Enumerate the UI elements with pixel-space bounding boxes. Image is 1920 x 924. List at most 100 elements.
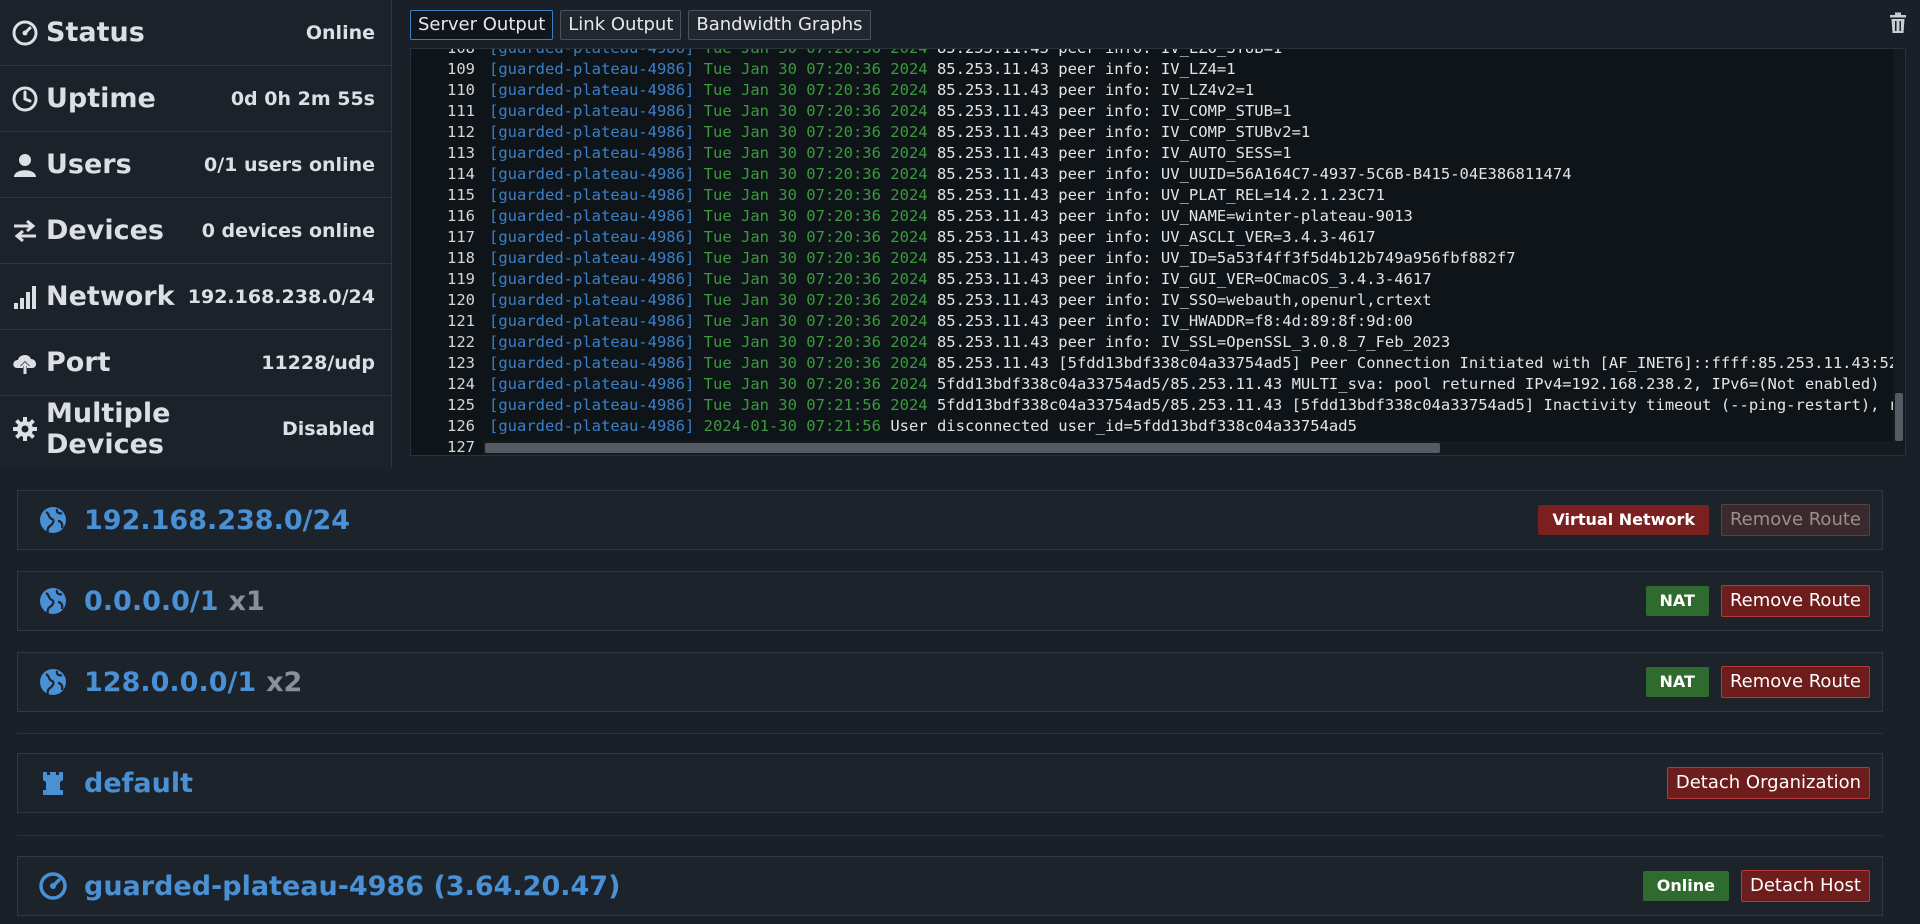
log-time: Tue Jan 30 07:20:36 2024 [703,144,928,162]
line-number: 125 [447,396,475,414]
host-name[interactable]: guarded-plateau-4986 (3.64.20.47) [84,871,620,902]
route-row: 128.0.0.0/1 x2 NAT Remove Route [17,652,1883,712]
stat-label: Uptime [46,83,156,114]
organization-name[interactable]: default [84,768,193,799]
log-host: [guarded-plateau-4986] [489,186,695,204]
route-network[interactable]: 128.0.0.0/1 x2 [84,667,302,698]
stat-row-users: Users 0/1 users online [0,132,391,198]
route-row: 192.168.238.0/24 Virtual Network Remove … [17,490,1883,550]
log-time: Tue Jan 30 07:20:36 2024 [703,312,928,330]
log-message: 85.253.11.43 peer info: IV_HWADDR=f8:4d:… [936,312,1413,330]
route-network[interactable]: 192.168.238.0/24 [84,505,360,536]
user-icon [12,152,38,178]
line-number: 120 [447,291,475,309]
log-message: 85.253.11.43 peer info: IV_LZO_STUB=1 [936,48,1283,57]
log-line: 120 [guarded-plateau-4986] Tue Jan 30 07:… [411,290,1898,311]
line-number: 124 [447,375,475,393]
cloud-upload-icon [12,350,38,376]
tab-bandwidth-graphs[interactable]: Bandwidth Graphs [688,10,871,40]
log-message: 85.253.11.43 peer info: IV_SSL=OpenSSL_3… [936,333,1451,351]
log-message: 85.253.11.43 peer info: UV_PLAT_REL=14.2… [936,186,1385,204]
server-log[interactable]: 108 [guarded-plateau-4986] Tue Jan 30 07:… [410,48,1906,456]
log-time: Tue Jan 30 07:20:36 2024 [703,186,928,204]
trash-icon[interactable] [1888,12,1908,34]
log-time: Tue Jan 30 07:20:36 2024 [703,207,928,225]
log-host: [guarded-plateau-4986] [489,333,695,351]
log-message: 85.253.11.43 peer info: IV_SSO=webauth,o… [936,291,1432,309]
log-time: Tue Jan 30 07:20:36 2024 [703,102,928,120]
signal-icon [12,284,38,310]
tab-server-output[interactable]: Server Output [410,10,554,40]
output-panel: Server Output Link Output Bandwidth Grap… [392,0,1920,468]
castle-icon [38,768,68,798]
line-number: 109 [447,60,475,78]
log-time: Tue Jan 30 07:20:36 2024 [703,291,928,309]
log-message: 85.253.11.43 peer info: IV_LZ4=1 [936,60,1236,78]
organization-row: default Detach Organization [17,753,1883,813]
line-number: 127 [447,438,475,456]
line-number: 117 [447,228,475,246]
route-network[interactable]: 0.0.0.0/1 x1 [84,586,265,617]
log-host: [guarded-plateau-4986] [489,102,695,120]
log-time: Tue Jan 30 07:20:36 2024 [703,270,928,288]
stat-value: 0 devices online [201,219,375,242]
line-number: 123 [447,354,475,372]
log-time: Tue Jan 30 07:20:36 2024 [703,81,928,99]
log-host: [guarded-plateau-4986] [489,291,695,309]
virtual-network-badge: Virtual Network [1538,505,1709,535]
line-number: 122 [447,333,475,351]
log-time: Tue Jan 30 07:20:36 2024 [703,375,928,393]
stat-row-multiple-devices: Multiple Devices Disabled [0,396,391,462]
log-line: 121 [guarded-plateau-4986] Tue Jan 30 07:… [411,311,1898,332]
log-line: 108 [guarded-plateau-4986] Tue Jan 30 07:… [411,48,1898,59]
line-number: 108 [447,48,475,57]
log-message: User disconnected user_id=5fdd13bdf338c0… [890,417,1357,435]
log-line: 111 [guarded-plateau-4986] Tue Jan 30 07:… [411,101,1898,122]
stat-value: Online [305,21,375,44]
log-message: 5fdd13bdf338c04a33754ad5/85.253.11.43 [5… [936,396,1899,414]
stat-value: 0/1 users online [203,153,375,176]
detach-organization-button[interactable]: Detach Organization [1666,767,1870,799]
output-tabs: Server Output Link Output Bandwidth Grap… [410,10,871,40]
divider [17,835,1883,836]
stat-value: Disabled [281,418,375,440]
log-time: 2024-01-30 07:21:56 [703,417,881,435]
log-time: Tue Jan 30 07:20:36 2024 [703,60,928,78]
line-number: 118 [447,249,475,267]
status-panel: Status Online Uptime 0d 0h 2m 55s Users … [0,0,392,468]
log-line: 126 [guarded-plateau-4986] 2024-01-30 07:… [411,416,1898,437]
log-line: 119 [guarded-plateau-4986] Tue Jan 30 07:… [411,269,1898,290]
stat-row-status: Status Online [0,0,391,66]
log-time: Tue Jan 30 07:20:36 2024 [703,228,928,246]
divider [17,733,1883,734]
log-host: [guarded-plateau-4986] [489,249,695,267]
line-number: 115 [447,186,475,204]
log-host: [guarded-plateau-4986] [489,396,695,414]
host-row: guarded-plateau-4986 (3.64.20.47) Online… [17,856,1883,916]
log-message: 85.253.11.43 peer info: IV_GUI_VER=OCmac… [936,270,1432,288]
log-host: [guarded-plateau-4986] [489,48,695,57]
globe-icon [38,505,68,535]
log-host: [guarded-plateau-4986] [489,312,695,330]
gauge-icon [12,20,38,46]
remove-route-button[interactable]: Remove Route [1720,504,1870,536]
detach-host-button[interactable]: Detach Host [1740,870,1870,902]
log-message: 85.253.11.43 peer info: IV_AUTO_SESS=1 [936,144,1292,162]
log-host: [guarded-plateau-4986] [489,270,695,288]
nat-badge: NAT [1645,586,1709,616]
scroll-thumb[interactable] [1895,393,1903,441]
scroll-thumb[interactable] [485,443,1440,453]
horizontal-scrollbar[interactable] [483,441,1905,455]
vertical-scrollbar[interactable] [1893,49,1905,441]
stat-label: Network [46,281,175,312]
log-line: 124 [guarded-plateau-4986] Tue Jan 30 07:… [411,374,1898,395]
remove-route-button[interactable]: Remove Route [1720,666,1870,698]
stat-row-network: Network 192.168.238.0/24 [0,264,391,330]
line-number: 112 [447,123,475,141]
stat-label: Multiple Devices [46,398,171,460]
log-line: 110 [guarded-plateau-4986] Tue Jan 30 07:… [411,80,1898,101]
tab-link-output[interactable]: Link Output [560,10,682,40]
log-host: [guarded-plateau-4986] [489,81,695,99]
log-host: [guarded-plateau-4986] [489,228,695,246]
remove-route-button[interactable]: Remove Route [1720,585,1870,617]
